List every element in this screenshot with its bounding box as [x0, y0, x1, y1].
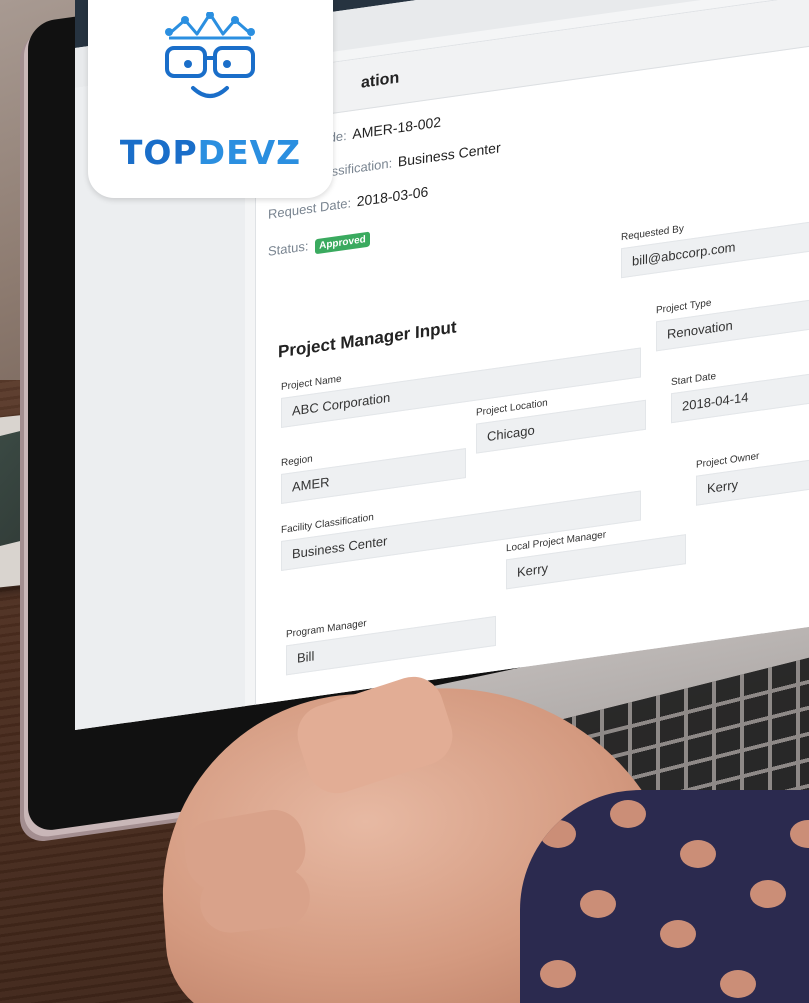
status-line: Status: Approved	[268, 230, 370, 261]
request-date-label: Request Date:	[268, 195, 352, 222]
logo-text-devz: DEVZ	[197, 133, 302, 172]
request-date-value: 2018-03-06	[356, 183, 429, 210]
region-field: Region AMER	[281, 432, 466, 505]
project-code-value: AMER-18-002	[352, 113, 442, 143]
status-label: Status:	[268, 238, 309, 259]
patterned-sleeve	[520, 790, 809, 1003]
program-manager-field: Program Manager Bill	[286, 600, 496, 676]
project-owner-field: Project Owner Kerry	[696, 436, 809, 506]
section-title: Project Manager Input	[278, 317, 457, 362]
topdevz-logo: TOPDEVZ	[88, 0, 333, 198]
start-date-field: Start Date 2018-04-14	[671, 351, 809, 424]
logo-mascot-icon	[165, 12, 255, 98]
card-title: ation	[361, 69, 400, 92]
requested-by-field: Requested By bill@abccorp.com	[621, 199, 809, 279]
project-card: ation Project Code: AMER-18-002 Facility…	[255, 0, 809, 715]
status-badge: Approved	[315, 231, 370, 255]
logo-wordmark: TOPDEVZ	[88, 133, 333, 172]
logo-text-top: TOP	[119, 133, 198, 172]
project-type-field: Project Type Renovation	[656, 277, 809, 352]
facility-value: Business Center	[397, 139, 501, 170]
